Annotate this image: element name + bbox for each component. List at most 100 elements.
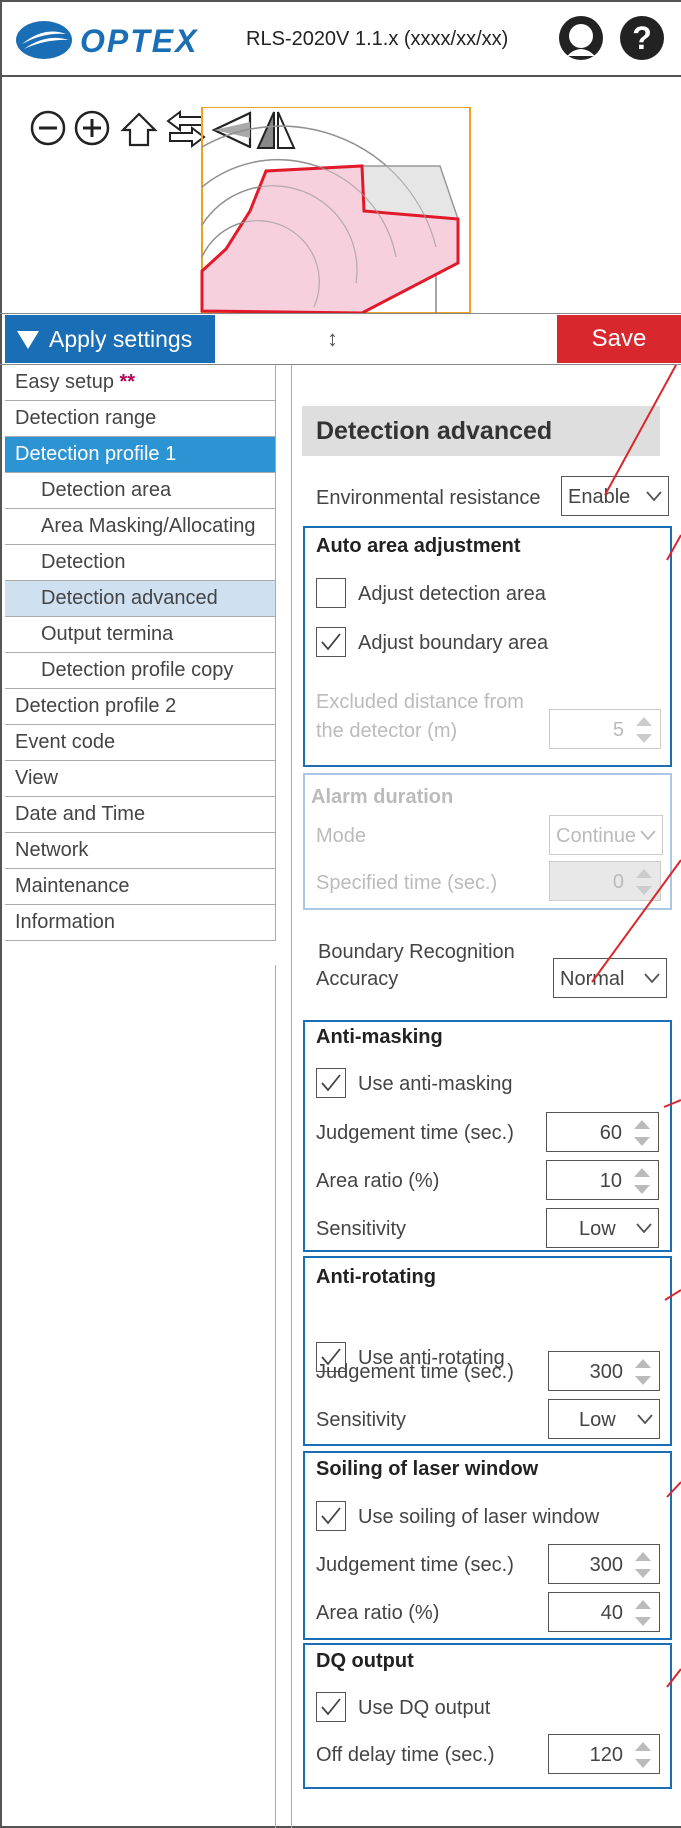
adjust-detection-label: Adjust detection area bbox=[358, 583, 546, 605]
boundary-accuracy-label-2: Accuracy bbox=[316, 968, 399, 990]
required-badge: ** bbox=[119, 371, 136, 393]
anti-masking-checkbox[interactable] bbox=[316, 1068, 346, 1098]
content-divider bbox=[291, 365, 292, 1828]
sidebar-item-label: Event code bbox=[15, 731, 116, 753]
excluded-distance-label-1: Excluded distance from bbox=[316, 691, 524, 713]
specified-time-value: 0 bbox=[612, 871, 624, 893]
spinner-arrows-icon bbox=[634, 1168, 650, 1194]
excluded-distance-spinner[interactable]: 5 bbox=[549, 709, 661, 749]
dq-output-use-label: Use DQ output bbox=[358, 1697, 491, 1719]
env-resistance-value: Enable bbox=[568, 486, 631, 508]
soiling-judgement-spinner[interactable]: 300 bbox=[548, 1544, 660, 1584]
anti-rotating-judgement-value: 300 bbox=[589, 1361, 623, 1383]
anti-masking-judgement-value: 60 bbox=[599, 1122, 622, 1144]
sidebar-item-detection-profile-2[interactable]: Detection profile 2 bbox=[5, 689, 276, 725]
sidebar-item-detection-range[interactable]: Detection range bbox=[5, 401, 276, 437]
sidebar-item-output-termina[interactable]: Output termina bbox=[5, 617, 276, 653]
sidebar-item-detection-area[interactable]: Detection area bbox=[5, 473, 276, 509]
spinner-arrows-icon bbox=[634, 1120, 650, 1146]
anti-masking-area-spinner[interactable]: 10 bbox=[546, 1160, 659, 1200]
check-icon bbox=[321, 1507, 341, 1525]
chevron-down-icon bbox=[637, 1414, 653, 1424]
sidebar-item-label: Output termina bbox=[41, 623, 174, 645]
dq-delay-spinner[interactable]: 120 bbox=[548, 1734, 660, 1774]
sidebar-item-network[interactable]: Network bbox=[5, 833, 276, 869]
sidebar-item-label: Information bbox=[15, 911, 116, 933]
spinner-arrows-icon bbox=[635, 1742, 651, 1768]
anti-rotating-sensitivity-label: Sensitivity bbox=[316, 1409, 407, 1431]
sidebar-item-view[interactable]: View bbox=[5, 761, 276, 797]
anti-rotating-title: Anti-rotating bbox=[316, 1266, 436, 1288]
dq-delay-label: Off delay time (sec.) bbox=[316, 1744, 495, 1766]
soiling-area-spinner[interactable]: 40 bbox=[548, 1592, 660, 1632]
detection-area-map[interactable] bbox=[196, 107, 476, 313]
env-resistance-label: Environmental resistance bbox=[316, 487, 541, 509]
sidebar-item-easy-setup[interactable]: Easy setup ** bbox=[5, 365, 276, 401]
adjust-boundary-label: Adjust boundary area bbox=[358, 632, 549, 654]
adjust-detection-checkbox[interactable] bbox=[316, 578, 346, 608]
anti-masking-sensitivity-label: Sensitivity bbox=[316, 1218, 407, 1240]
anti-masking-judgement-spinner[interactable]: 60 bbox=[546, 1112, 659, 1152]
spinner-arrows-icon bbox=[635, 1600, 651, 1626]
alarm-mode-label: Mode bbox=[316, 825, 367, 847]
sidebar-item-label: View bbox=[15, 767, 58, 789]
soiling-checkbox[interactable] bbox=[316, 1501, 346, 1531]
version-text: RLS-2020V 1.1.x (xxxx/xx/xx) bbox=[246, 28, 509, 50]
sidebar-item-detection-profile-copy[interactable]: Detection profile copy bbox=[5, 653, 276, 689]
soiling-area-value: 40 bbox=[600, 1602, 623, 1624]
sidebar-item-information[interactable]: Information bbox=[5, 905, 276, 941]
check-icon bbox=[321, 1698, 341, 1716]
svg-text:?: ? bbox=[632, 20, 652, 56]
help-icon[interactable]: ? bbox=[618, 14, 666, 62]
anti-masking-sensitivity-select[interactable]: Low bbox=[546, 1208, 659, 1248]
alarm-mode-select[interactable]: Continue bbox=[549, 815, 663, 855]
dq-output-title: DQ output bbox=[316, 1650, 414, 1672]
chevron-down-icon bbox=[636, 1223, 652, 1233]
resize-handle[interactable]: ↕ bbox=[327, 326, 338, 352]
boundary-accuracy-value: Normal bbox=[560, 968, 625, 990]
chevron-down-icon bbox=[646, 491, 662, 501]
sidebar-item-event-code[interactable]: Event code bbox=[5, 725, 276, 761]
sidebar-item-detection-advanced[interactable]: Detection advanced bbox=[5, 581, 276, 617]
sidebar-nav: Easy setup ** Detection range Detection pr… bbox=[5, 365, 276, 941]
anti-masking-area-label: Area ratio (%) bbox=[316, 1170, 440, 1192]
boundary-accuracy-select[interactable]: Normal bbox=[553, 958, 667, 998]
sidebar-item-detection[interactable]: Detection bbox=[5, 545, 276, 581]
sidebar-item-area-masking-allocating[interactable]: Area Masking/Allocating bbox=[5, 509, 276, 545]
sidebar-item-date-and-time[interactable]: Date and Time bbox=[5, 797, 276, 833]
svg-text:OPTEX: OPTEX bbox=[80, 23, 198, 59]
specified-time-spinner[interactable]: 0 bbox=[549, 861, 661, 901]
anti-rotating-sensitivity-select[interactable]: Low bbox=[548, 1399, 660, 1439]
anti-masking-title: Anti-masking bbox=[316, 1026, 443, 1048]
zoom-in-icon[interactable] bbox=[74, 110, 110, 146]
soiling-judgement-value: 300 bbox=[589, 1554, 623, 1576]
page-title: Detection advanced bbox=[302, 406, 660, 456]
apply-settings-button[interactable]: Apply settings bbox=[5, 315, 215, 363]
zoom-out-icon[interactable] bbox=[30, 110, 66, 146]
sidebar-item-maintenance[interactable]: Maintenance bbox=[5, 869, 276, 905]
sidebar-item-label: Maintenance bbox=[15, 875, 130, 897]
sidebar-item-detection-profile-1[interactable]: Detection profile 1 bbox=[5, 437, 276, 473]
sidebar-item-label: Detection advanced bbox=[41, 587, 218, 609]
anti-rotating-judgement-label: Judgement time (sec.) bbox=[316, 1361, 514, 1383]
user-icon[interactable] bbox=[557, 14, 605, 62]
optex-logo: OPTEX bbox=[16, 21, 198, 59]
excluded-distance-label-2: the detector (m) bbox=[316, 720, 458, 742]
sidebar-item-label: Easy setup bbox=[15, 371, 114, 393]
soiling-use-label: Use soiling of laser window bbox=[358, 1506, 600, 1528]
check-icon bbox=[321, 1074, 341, 1092]
spinner-arrows-icon bbox=[636, 717, 652, 743]
adjust-boundary-checkbox[interactable] bbox=[316, 627, 346, 657]
home-icon[interactable] bbox=[120, 110, 158, 148]
sidebar-item-label: Detection profile 2 bbox=[15, 695, 177, 717]
anti-rotating-sensitivity-value: Low bbox=[579, 1409, 616, 1431]
sidebar-item-label: Detection profile copy bbox=[41, 659, 234, 681]
sidebar-item-label: Detection area bbox=[41, 479, 172, 501]
sidebar-item-label: Network bbox=[15, 839, 89, 861]
env-resistance-select[interactable]: Enable bbox=[561, 476, 669, 516]
save-button[interactable]: Save bbox=[557, 315, 681, 363]
dq-output-checkbox[interactable] bbox=[316, 1692, 346, 1722]
anti-rotating-judgement-spinner[interactable]: 300 bbox=[548, 1351, 660, 1391]
anti-masking-use-label: Use anti-masking bbox=[358, 1073, 513, 1095]
dq-delay-value: 120 bbox=[589, 1744, 623, 1766]
